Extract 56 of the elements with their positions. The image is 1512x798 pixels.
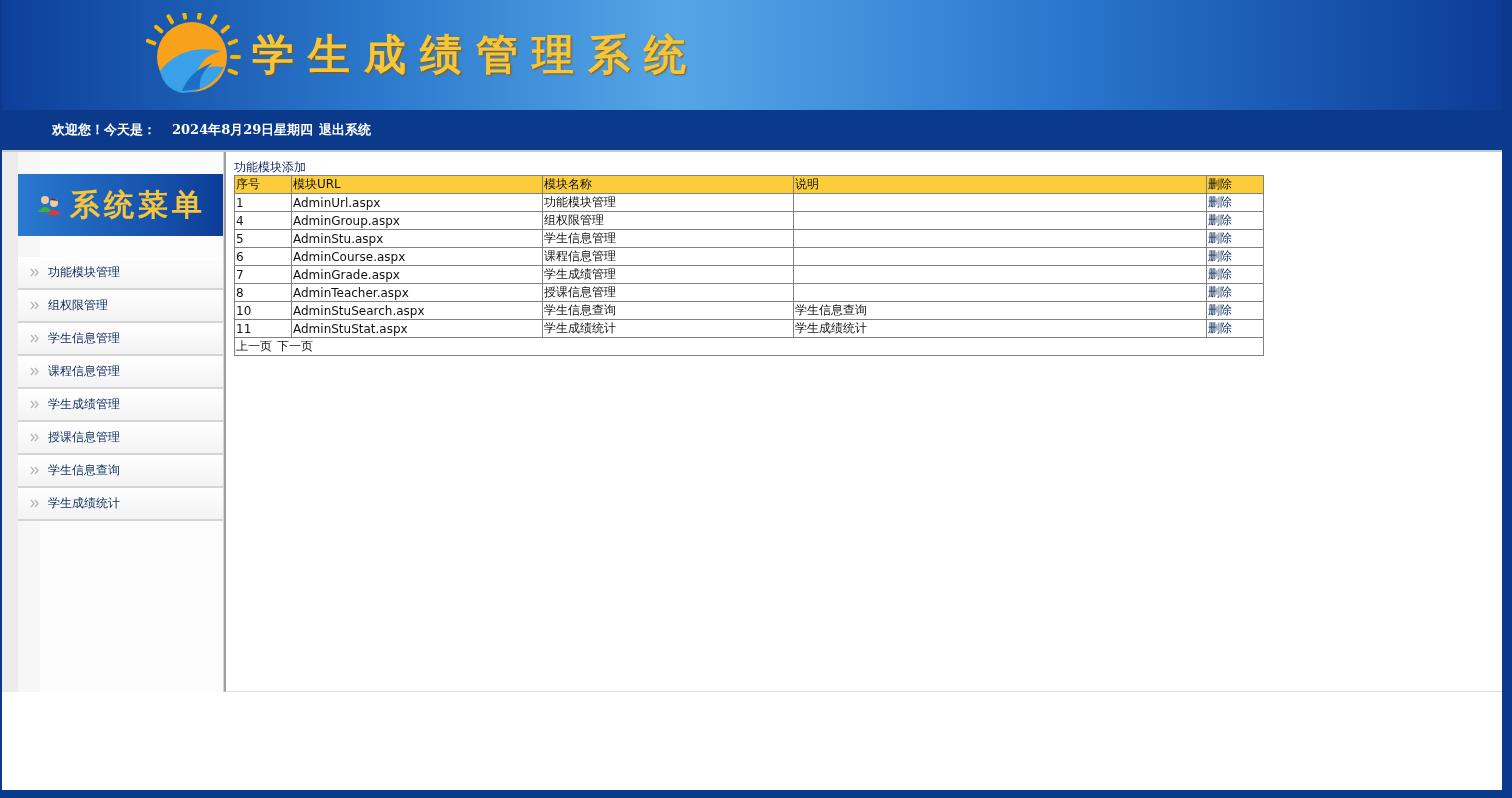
table-cell: 功能模块管理 bbox=[544, 195, 616, 209]
table-cell: AdminStuStat.aspx bbox=[293, 321, 408, 336]
system-title: 学生成绩管理系统 bbox=[252, 29, 700, 81]
column-header: 删除 bbox=[1206, 175, 1264, 194]
double-chevron-icon bbox=[30, 499, 40, 508]
table-cell: 7 bbox=[236, 267, 244, 282]
date-text: 2024年8月29日星期四 bbox=[172, 121, 314, 139]
column-header: 序号 bbox=[234, 175, 292, 194]
pager-link[interactable]: 上一页 bbox=[236, 339, 272, 353]
table-cell: AdminTeacher.aspx bbox=[293, 285, 409, 300]
double-chevron-icon bbox=[30, 334, 40, 343]
table-cell: 4 bbox=[236, 213, 244, 228]
table-cell: 8 bbox=[236, 285, 244, 300]
table-cell: 授课信息管理 bbox=[544, 285, 616, 299]
double-chevron-icon bbox=[30, 367, 40, 376]
table-cell: 学生成绩统计 bbox=[544, 321, 616, 335]
menu-item[interactable]: 学生成绩统计 bbox=[18, 488, 223, 521]
menu-item[interactable]: 功能模块管理 bbox=[18, 257, 223, 290]
table-cell: 1 bbox=[236, 195, 244, 210]
menu-item[interactable]: 学生信息查询 bbox=[18, 455, 223, 488]
pager-link[interactable]: 下一页 bbox=[277, 339, 313, 353]
table-cell: AdminStu.aspx bbox=[293, 231, 384, 246]
table-cell: 11 bbox=[236, 321, 252, 336]
table-cell: 学生信息查询 bbox=[544, 303, 616, 317]
table-cell: 10 bbox=[236, 303, 252, 318]
table-cell: 学生信息查询 bbox=[795, 303, 867, 317]
table-cell: 课程信息管理 bbox=[544, 249, 616, 263]
menu-item[interactable]: 组权限管理 bbox=[18, 290, 223, 323]
table-cell: AdminGrade.aspx bbox=[293, 267, 400, 282]
column-header: 说明 bbox=[793, 175, 1207, 194]
table-cell: AdminStuSearch.aspx bbox=[293, 303, 425, 318]
menu-item[interactable]: 学生信息管理 bbox=[18, 323, 223, 356]
table-cell: 组权限管理 bbox=[544, 213, 604, 227]
menu-item[interactable]: 课程信息管理 bbox=[18, 356, 223, 389]
users-icon bbox=[35, 194, 64, 216]
double-chevron-icon bbox=[30, 301, 40, 310]
table-cell: 学生信息管理 bbox=[544, 231, 616, 245]
table-cell: AdminGroup.aspx bbox=[293, 213, 400, 228]
logout-link[interactable]: 退出系统 bbox=[319, 121, 372, 139]
double-chevron-icon bbox=[30, 433, 40, 442]
greeting-text: 欢迎您！今天是： bbox=[52, 121, 156, 139]
double-chevron-icon bbox=[30, 466, 40, 475]
column-header: 模块名称 bbox=[542, 175, 794, 194]
table-cell: 6 bbox=[236, 249, 244, 264]
menu-title: 系统菜单 bbox=[69, 185, 206, 224]
table-cell: 5 bbox=[236, 231, 244, 246]
add-module-link[interactable]: 功能模块添加 bbox=[234, 160, 306, 175]
menu-item[interactable]: 授课信息管理 bbox=[18, 422, 223, 455]
table-cell: AdminCourse.aspx bbox=[293, 249, 406, 264]
double-chevron-icon bbox=[30, 400, 40, 409]
double-chevron-icon bbox=[30, 268, 40, 277]
menu-item[interactable]: 学生成绩管理 bbox=[18, 389, 223, 422]
table-cell: 学生成绩统计 bbox=[795, 321, 867, 335]
column-header: 模块URL bbox=[291, 175, 543, 194]
table-cell: 学生成绩管理 bbox=[544, 267, 616, 281]
table-cell: AdminUrl.aspx bbox=[293, 195, 381, 210]
